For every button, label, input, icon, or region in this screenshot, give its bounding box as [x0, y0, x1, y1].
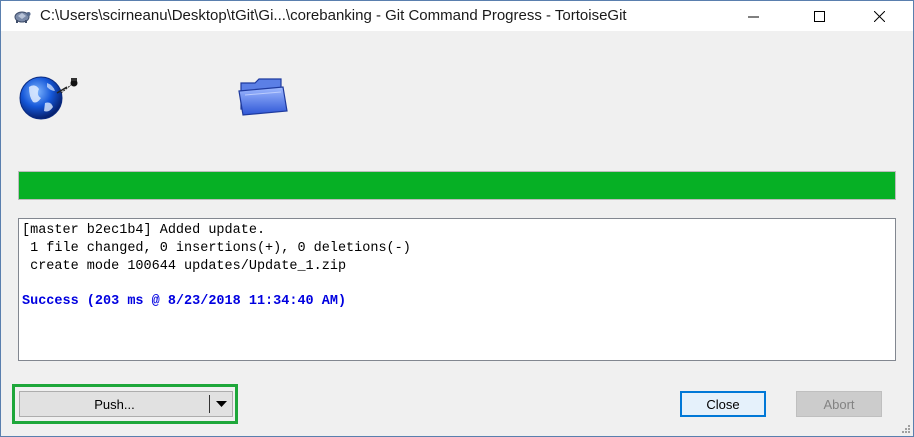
- push-button-label: Push...: [94, 396, 135, 412]
- abort-button-label: Abort: [823, 396, 855, 412]
- push-dropdown-button[interactable]: [210, 392, 232, 416]
- close-icon: [873, 10, 885, 22]
- chevron-down-icon: [215, 401, 227, 407]
- status-line: Success (203 ms @ 8/23/2018 11:34:40 AM): [22, 294, 347, 309]
- progress-fill: [19, 172, 895, 199]
- folder-icon: [238, 78, 288, 116]
- maximize-icon: [813, 10, 825, 22]
- output-log[interactable]: [master b2ec1b4] Added update. 1 file ch…: [18, 218, 896, 361]
- log-line: create mode 100644 updates/Update_1.zip: [22, 259, 347, 274]
- push-split-button[interactable]: Push...: [19, 391, 233, 417]
- tortoisegit-icon: [14, 11, 31, 23]
- abort-button[interactable]: Abort: [796, 391, 882, 417]
- push-button[interactable]: Push...: [20, 392, 209, 416]
- close-button-label: Close: [706, 396, 740, 412]
- progress-window: C:\Users\scirneanu\Desktop\tGit\Gi...\co…: [0, 0, 914, 437]
- resize-grip-icon[interactable]: [900, 423, 910, 433]
- close-button[interactable]: Close: [680, 391, 766, 417]
- globe-network-icon: [19, 76, 78, 120]
- window-title: C:\Users\scirneanu\Desktop\tGit\Gi...\co…: [40, 7, 627, 24]
- title-bar[interactable]: C:\Users\scirneanu\Desktop\tGit\Gi...\co…: [1, 1, 913, 31]
- minimize-icon: [747, 16, 759, 17]
- log-line: [master b2ec1b4] Added update.: [22, 223, 266, 238]
- log-line: 1 file changed, 0 insertions(+), 0 delet…: [22, 241, 411, 256]
- maximize-button[interactable]: [796, 1, 842, 31]
- progress-bar: [18, 171, 896, 200]
- window-close-button[interactable]: [856, 1, 902, 31]
- minimize-button[interactable]: [730, 1, 776, 31]
- log-blank-line: [22, 276, 895, 293]
